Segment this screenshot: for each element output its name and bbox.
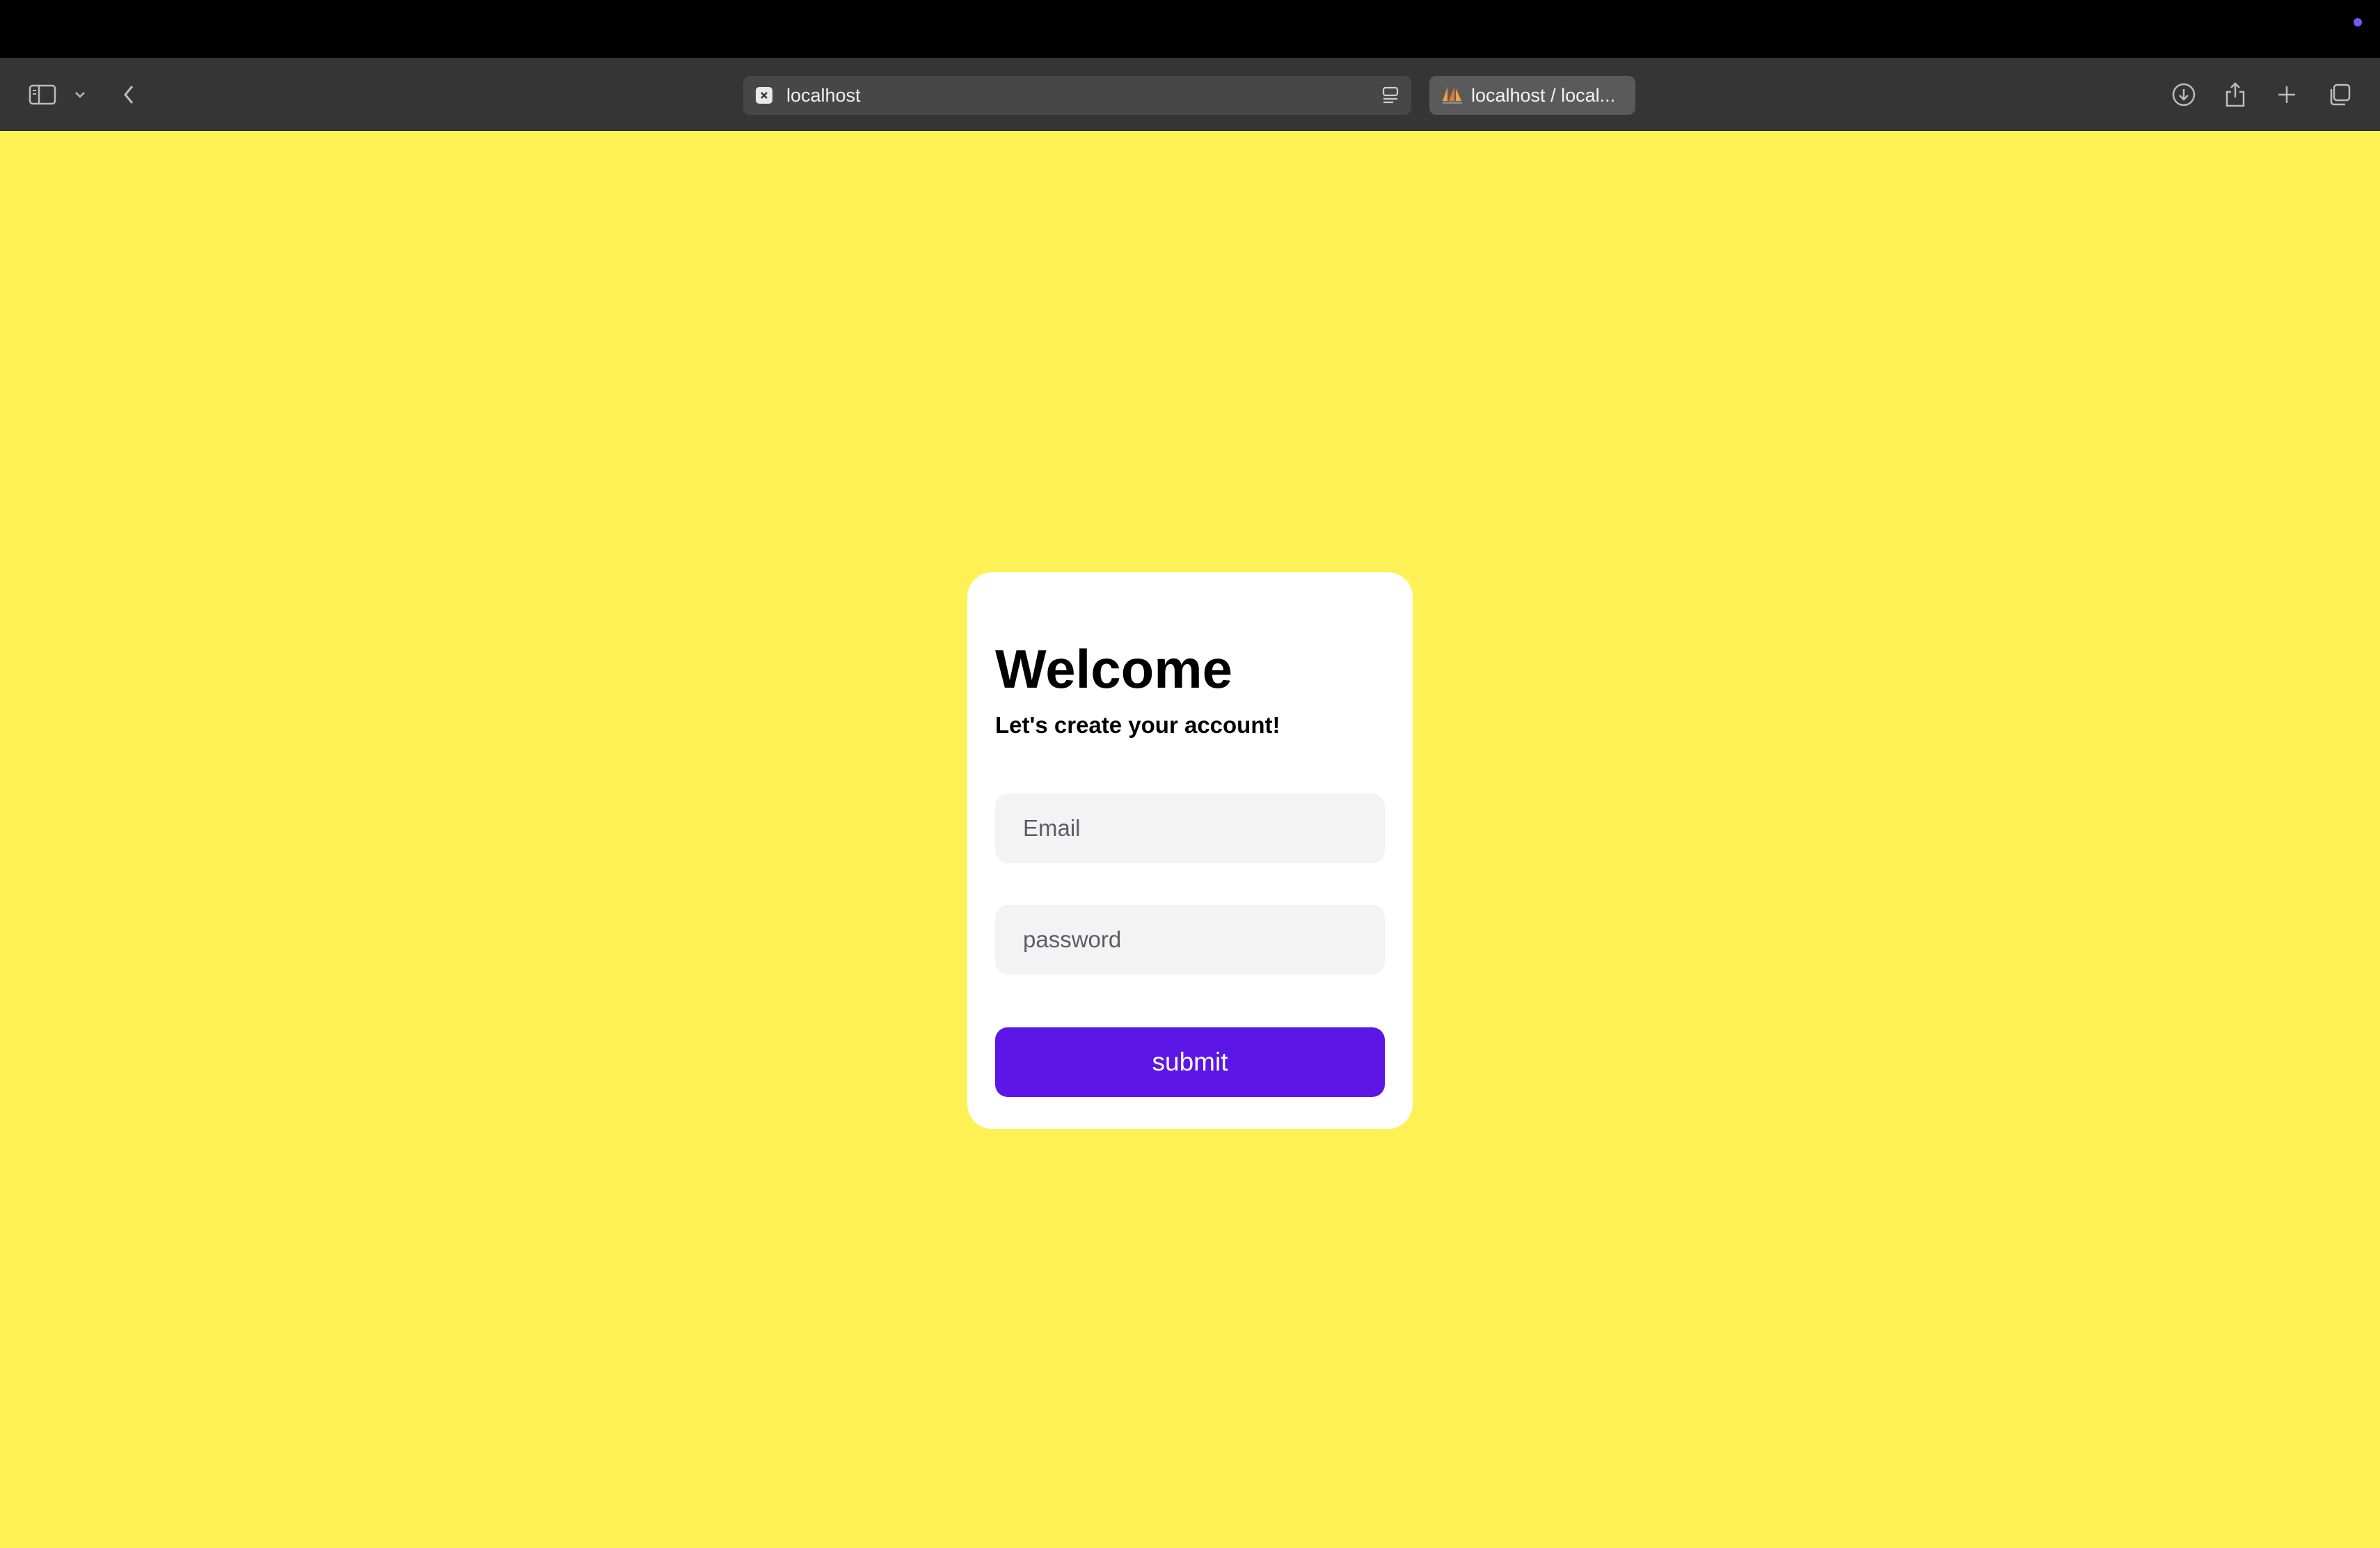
email-field[interactable]	[995, 793, 1385, 863]
tab-overview-icon[interactable]	[2326, 58, 2354, 131]
status-dot	[2354, 18, 2362, 26]
tab-title: localhost / local...	[1471, 85, 1616, 106]
password-field[interactable]	[995, 905, 1385, 974]
signup-subtitle: Let's create your account!	[995, 712, 1280, 738]
system-menubar	[0, 0, 2380, 58]
chevron-down-icon[interactable]	[71, 58, 89, 131]
browser-toolbar: localhost localhost / local...	[0, 58, 2380, 131]
reader-icon[interactable]	[1381, 86, 1400, 109]
signup-card: Welcome Let's create your account! submi…	[967, 572, 1413, 1129]
sailboat-icon	[1442, 86, 1463, 109]
share-icon[interactable]	[2221, 58, 2249, 131]
site-favicon-icon	[756, 87, 772, 104]
new-tab-icon[interactable]	[2273, 58, 2301, 131]
download-icon[interactable]	[2170, 58, 2198, 131]
back-icon[interactable]	[118, 58, 139, 131]
address-url: localhost	[786, 85, 861, 106]
welcome-heading: Welcome	[995, 638, 1233, 700]
sidebar-icon[interactable]	[26, 58, 58, 131]
submit-button[interactable]: submit	[995, 1027, 1385, 1097]
address-bar[interactable]: localhost	[743, 76, 1411, 115]
tab-localhost[interactable]: localhost / local...	[1429, 76, 1635, 115]
